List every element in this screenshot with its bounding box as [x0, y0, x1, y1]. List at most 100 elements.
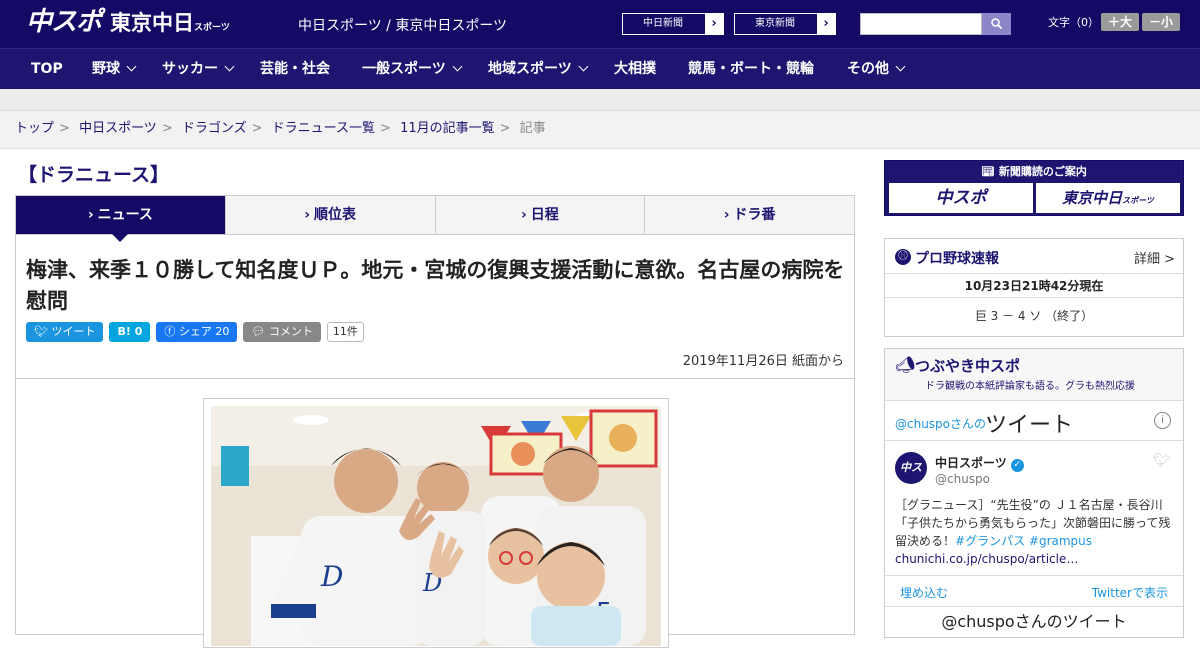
- nav-sumo[interactable]: 大相撲: [614, 49, 656, 89]
- view-on-twitter-link[interactable]: Twitterで表示: [1092, 584, 1168, 601]
- nav-baseball[interactable]: 野球: [92, 49, 137, 89]
- chevron-right-icon: ›: [705, 14, 723, 34]
- tweet-item[interactable]: 中スポ 中日スポーツ ✓ @chuspo 🐦︎ ［グラニュース］“先生役”の Ｊ１…: [885, 441, 1183, 576]
- tweet-handle[interactable]: @chuspo: [935, 472, 990, 486]
- breadcrumb: トップ > 中日スポーツ > ドラゴンズ > ドラニュース一覧 > 11月の記事一覧 > …: [0, 111, 1200, 149]
- spacer-strip: [0, 89, 1200, 111]
- breadcrumb-november[interactable]: 11月の記事一覧: [400, 121, 495, 136]
- tweet-footer: 埋め込む Twitterで表示: [885, 576, 1183, 606]
- megaphone-icon: 📣︎: [895, 355, 916, 374]
- article-headline: 梅津、来季１０勝して知名度ＵＰ。地元・宮城の復興支援活動に意欲。名古屋の病院を慰…: [26, 258, 845, 313]
- pro-baseball-score[interactable]: 巨 3 － 4 ソ （終了）: [885, 298, 1183, 334]
- nav-local-sports[interactable]: 地域スポーツ: [488, 49, 589, 89]
- chunichi-shimbun-button[interactable]: 中日新聞 ›: [622, 13, 724, 35]
- breadcrumb-top[interactable]: トップ: [15, 121, 54, 136]
- embed-link[interactable]: 埋め込む: [900, 584, 948, 601]
- hashtag-link[interactable]: #グランパス: [955, 534, 1025, 548]
- chevron-down-icon: [224, 61, 235, 72]
- info-icon[interactable]: i: [1154, 412, 1171, 429]
- facebook-icon: ⓕ: [164, 325, 179, 338]
- tweet-button[interactable]: 🐦︎ ツイート: [26, 322, 104, 342]
- tweet-link[interactable]: chunichi.co.jp/chuspo/article…: [895, 552, 1078, 566]
- tokyo-shimbun-button[interactable]: 東京新聞 ›: [734, 13, 836, 35]
- search-input[interactable]: [860, 13, 982, 35]
- breadcrumb-dranews-list[interactable]: ドラニュース一覧: [272, 121, 375, 136]
- font-smaller-button[interactable]: －小: [1142, 13, 1180, 31]
- avatar[interactable]: 中スポ: [895, 452, 927, 506]
- chevron-right-icon: ›: [817, 14, 835, 34]
- nav-general-sports[interactable]: 一般スポーツ: [362, 49, 463, 89]
- chevron-down-icon: [126, 61, 137, 72]
- tweet-author-name: 中日スポーツ: [935, 456, 1007, 470]
- chevron-down-icon: [578, 61, 589, 72]
- chevron-right-icon: ›: [87, 207, 94, 223]
- ad-tokyo-chunichi-small: スポーツ: [1122, 196, 1154, 205]
- tokyo-shimbun-label: 東京新聞: [755, 18, 795, 29]
- breadcrumb-sep: >: [380, 121, 391, 136]
- verified-icon: ✓: [1010, 459, 1024, 472]
- site-names: 中日スポーツ / 東京中日スポーツ: [298, 18, 508, 34]
- tab-standings[interactable]: › 順位表: [225, 196, 436, 234]
- photo-players-with-child: D D 5: [211, 406, 661, 646]
- tokyo-chunichi-logo-text: 東京中日: [110, 11, 194, 35]
- search-button[interactable]: [982, 13, 1011, 35]
- hatena-bookmark-button[interactable]: B! 0: [109, 322, 151, 342]
- tokyo-chunichi-logo[interactable]: 東京中日スポーツ: [110, 10, 230, 41]
- tab-label: ニュース: [97, 207, 153, 223]
- nav-entertainment[interactable]: 芸能・社会: [260, 49, 330, 89]
- twitter-user-prefix[interactable]: @chuspoさんの: [895, 415, 986, 432]
- chuspo-logo[interactable]: 中スポ: [26, 6, 102, 38]
- font-bigger-button[interactable]: ＋大: [1101, 13, 1139, 31]
- main-nav: TOP 野球 サッカー 芸能・社会 一般スポーツ 地域スポーツ 大相撲 競馬・ボ…: [0, 48, 1200, 89]
- baseball-icon: ⚾︎: [895, 249, 911, 265]
- tab-label: ドラ番: [733, 207, 776, 223]
- section-title: 【ドラニュース】: [18, 164, 170, 186]
- facebook-share-button[interactable]: ⓕ シェア 20: [156, 322, 238, 342]
- tweet-author[interactable]: 中日スポーツ ✓: [935, 454, 1024, 472]
- chevron-right-icon: ›: [520, 207, 527, 223]
- section-tabs: › ニュース › 順位表 › 日程 › ドラ番: [15, 195, 855, 242]
- nav-label: 大相撲: [614, 61, 656, 77]
- nav-other[interactable]: その他: [847, 49, 906, 89]
- newspaper-icon: 📰︎: [981, 165, 999, 178]
- comment-button[interactable]: 💬︎ コメント: [243, 322, 321, 342]
- tweet-text: ［グラニュース］“先生役”の Ｊ１名古屋・長谷川「子供たちから勇気もらった」次節…: [895, 496, 1175, 568]
- tab-news[interactable]: › ニュース: [16, 196, 226, 242]
- chevron-down-icon: [895, 61, 906, 72]
- pro-baseball-box: ⚾︎ プロ野球速報 詳細 > 10月23日21時42分現在 巨 3 － 4 ソ …: [884, 238, 1184, 337]
- comment-count[interactable]: 11件: [326, 322, 364, 342]
- top-bar: 中スポ 東京中日スポーツ 中日スポーツ / 東京中日スポーツ 中日新聞 › 東京…: [0, 0, 1200, 48]
- nav-racing[interactable]: 競馬・ボート・競輪: [688, 49, 814, 89]
- breadcrumb-dragons[interactable]: ドラゴンズ: [182, 121, 247, 136]
- ad-chuspo-button[interactable]: 中スポ: [889, 183, 1033, 213]
- pro-baseball-detail-link[interactable]: 詳細 >: [1134, 248, 1175, 267]
- chevron-down-icon: [452, 61, 463, 72]
- ad-tokyo-chunichi-button[interactable]: 東京中日スポーツ: [1036, 183, 1180, 213]
- article-photo-frame: D D 5: [203, 398, 669, 648]
- subscription-ad[interactable]: 📰︎ 新聞購読のご案内 中スポ 東京中日スポーツ: [884, 160, 1184, 216]
- nav-top[interactable]: TOP: [31, 49, 63, 89]
- nav-soccer[interactable]: サッカー: [162, 49, 235, 89]
- chunichi-shimbun-label: 中日新聞: [643, 18, 683, 29]
- pro-baseball-header: ⚾︎ プロ野球速報 詳細 >: [885, 239, 1183, 274]
- speech-bubble-icon: 💬︎: [251, 325, 269, 338]
- tab-schedule[interactable]: › 日程: [435, 196, 646, 234]
- share-label: シェア 20: [178, 325, 230, 338]
- chevron-right-icon: ›: [723, 207, 730, 223]
- more-tweets-link[interactable]: @chuspoさんのツイート: [885, 606, 1183, 636]
- breadcrumb-sep: >: [161, 121, 173, 136]
- search-icon: [991, 18, 1003, 30]
- tab-label: 順位表: [314, 207, 357, 223]
- nav-label: 芸能・社会: [260, 61, 330, 77]
- article: 梅津、来季１０勝して知名度ＵＰ。地元・宮城の復興支援活動に意欲。名古屋の病院を慰…: [15, 235, 855, 648]
- hashtag-link[interactable]: #grampus: [1029, 534, 1092, 548]
- twitter-bird-icon: 🐦︎: [34, 325, 52, 338]
- tweet-label: ツイート: [51, 325, 96, 338]
- tab-draban[interactable]: › ドラ番: [645, 196, 854, 234]
- twitter-timeline-header: @chuspoさんの ツイート i: [885, 401, 1183, 441]
- twitter-bird-icon[interactable]: 🐦︎: [1153, 453, 1171, 469]
- article-photo[interactable]: D D 5: [211, 406, 661, 646]
- breadcrumb-chuspo[interactable]: 中日スポーツ: [79, 121, 157, 136]
- nav-label: 一般スポーツ: [362, 61, 446, 77]
- nav-label: 地域スポーツ: [488, 61, 572, 77]
